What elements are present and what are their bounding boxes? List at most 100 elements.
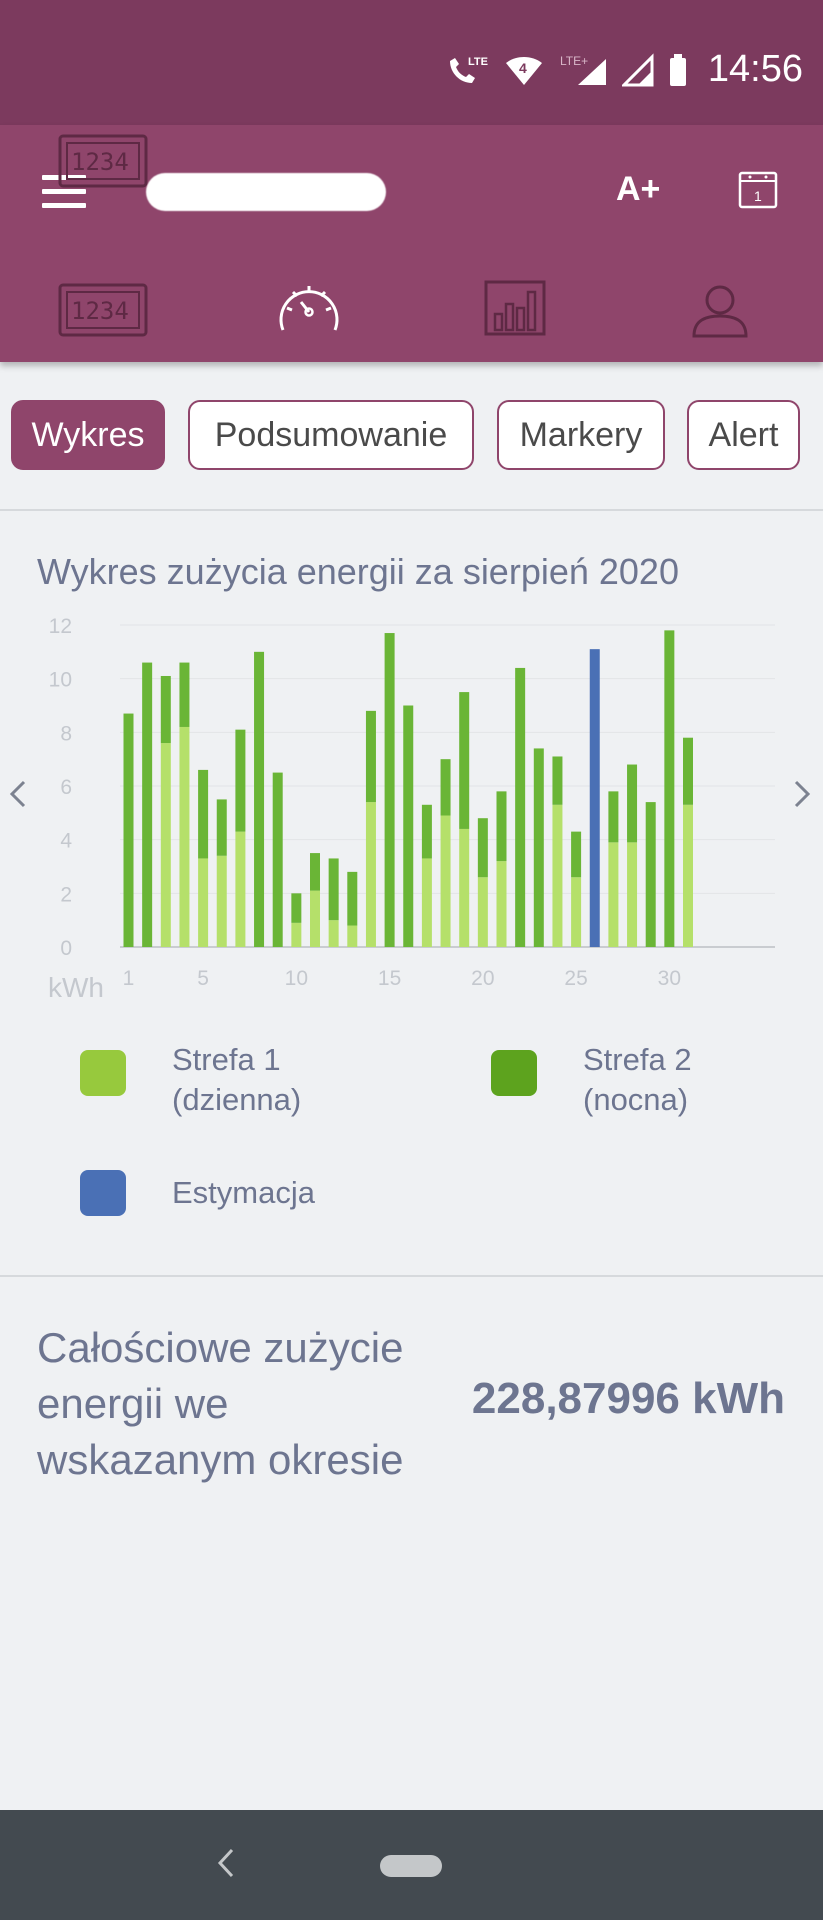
total-consumption-label: Całościowe zużycie energii we wskazanym … (37, 1324, 404, 1483)
bar-segment[interactable] (440, 815, 451, 947)
bar-segment[interactable] (459, 828, 470, 947)
bar-segment[interactable] (552, 804, 563, 947)
bar-segment[interactable] (291, 893, 302, 923)
chevron-right-icon[interactable] (794, 780, 811, 808)
bar-segment[interactable] (608, 842, 619, 947)
meter-readings-icon[interactable]: 1234 (58, 134, 148, 188)
bar-segment[interactable] (328, 920, 339, 947)
x-tick-label: 30 (658, 967, 681, 990)
signal-icon (621, 52, 654, 86)
tab-alert[interactable]: Alert (687, 400, 800, 470)
y-axis-ticks: 0 2 4 6 8 10 12 (49, 615, 73, 960)
signal-lte-plus-icon: LTE+ (560, 54, 606, 85)
legend-item-estymacja: Estymacja (80, 1160, 342, 1226)
bar-segment[interactable] (365, 710, 376, 803)
user-profile-icon[interactable] (690, 282, 750, 338)
bar-segment[interactable] (645, 802, 656, 947)
bar-segment[interactable] (683, 737, 693, 805)
bar-segment[interactable] (496, 861, 507, 947)
legend-swatch-estymacja (80, 1170, 126, 1216)
bar-chart-icon[interactable] (484, 280, 546, 336)
bar-segment[interactable] (179, 726, 190, 947)
bar-segment[interactable] (291, 922, 302, 947)
energy-chart: 024681012 1 5 10 15 20 25 30 kWh (9, 615, 811, 1003)
bar-segment[interactable] (272, 772, 283, 947)
bar-segment[interactable] (627, 764, 638, 843)
bar-segment[interactable] (179, 662, 190, 727)
calendar-icon[interactable]: 1 (738, 169, 778, 209)
bar-segment[interactable] (347, 925, 358, 947)
x-tick-label: 10 (285, 967, 308, 990)
font-size-button[interactable]: A+ (616, 170, 660, 209)
bar-segment[interactable] (198, 858, 209, 947)
bar-segment[interactable] (515, 667, 526, 947)
y-tick-label: 0 (60, 937, 72, 960)
bar-segment[interactable] (347, 871, 358, 926)
svg-text:LTE+: LTE+ (560, 54, 588, 68)
chevron-left-icon[interactable] (9, 780, 26, 808)
battery-icon (669, 53, 686, 86)
bar-segment[interactable] (459, 692, 470, 829)
bar-segment[interactable] (160, 743, 171, 947)
bar-segment[interactable] (477, 877, 488, 947)
bar-segment[interactable] (310, 853, 320, 891)
y-tick-label: 10 (49, 669, 72, 692)
svg-text:1234: 1234 (71, 297, 129, 325)
bar-segment[interactable] (571, 877, 582, 947)
bar-segment[interactable] (142, 662, 153, 947)
bar-segment[interactable] (160, 675, 171, 744)
bar-segment[interactable] (421, 804, 432, 859)
bar-segment[interactable] (440, 759, 451, 816)
gauge-icon[interactable] (277, 280, 341, 338)
x-tick-label: 20 (471, 967, 494, 990)
bar-segment[interactable] (365, 802, 376, 947)
status-time: 14:56 (707, 48, 803, 90)
view-tabs: Wykres Podsumowanie Markery Alert (0, 400, 823, 474)
wifi-icon: 4 (505, 56, 542, 85)
svg-text:4: 4 (519, 60, 527, 76)
bar-segment[interactable] (216, 799, 227, 856)
bar-segment[interactable] (310, 890, 320, 947)
bar-segment[interactable] (403, 705, 414, 948)
back-icon[interactable] (216, 1846, 236, 1880)
bar-segment[interactable] (664, 630, 675, 947)
bar-segment[interactable] (627, 842, 638, 947)
divider (0, 509, 823, 511)
bar-segment[interactable] (254, 651, 265, 947)
bar-segment[interactable] (683, 804, 693, 947)
status-icons: LTE 4 LTE+ 14:56 (446, 48, 803, 91)
y-axis-label: kWh (48, 972, 104, 1003)
chart-bars (123, 630, 693, 948)
svg-text:LTE: LTE (468, 56, 488, 68)
bar-segment[interactable] (216, 855, 227, 947)
y-tick-label: 12 (49, 615, 72, 638)
tab-wykres[interactable]: Wykres (11, 400, 165, 470)
y-tick-label: 4 (60, 830, 72, 853)
bar-segment[interactable] (552, 756, 563, 805)
chart-title: Wykres zużycia energii za sierpień 2020 (37, 551, 679, 592)
status-bar: LTE 4 LTE+ 14:56 (0, 0, 823, 125)
tab-markery[interactable]: Markery (497, 400, 665, 470)
bar-segment[interactable] (123, 713, 134, 947)
x-tick-label: 15 (378, 967, 401, 990)
x-tick-label: 25 (564, 967, 587, 990)
bar-segment[interactable] (235, 729, 246, 832)
bar-segment[interactable] (421, 858, 432, 947)
home-button[interactable] (380, 1855, 442, 1877)
bar-segment[interactable] (198, 769, 209, 859)
y-tick-label: 2 (60, 883, 72, 906)
bar-segment[interactable] (608, 791, 619, 843)
bar-segment[interactable] (235, 831, 246, 947)
system-navigation-bar (0, 1810, 823, 1920)
bar-segment[interactable] (571, 831, 582, 878)
bar-segment[interactable] (533, 748, 544, 947)
bar-segment[interactable] (589, 649, 600, 947)
bar-segment[interactable] (328, 858, 339, 921)
bar-segment[interactable] (477, 818, 488, 878)
meter-icon-nav[interactable]: 1234 (58, 283, 148, 337)
bar-segment[interactable] (384, 633, 395, 947)
svg-text:1234: 1234 (71, 148, 129, 176)
bar-segment[interactable] (496, 791, 507, 862)
legend-swatch-strefa2 (491, 1050, 537, 1096)
tab-podsumowanie[interactable]: Podsumowanie (188, 400, 474, 470)
